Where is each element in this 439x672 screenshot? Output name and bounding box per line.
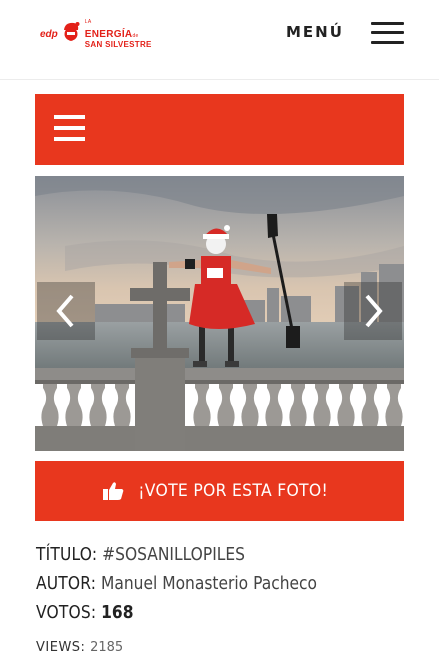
title-key: TÍTULO: (36, 544, 98, 565)
views-key: VIEWS: (36, 640, 86, 655)
logo-edp-text: edp (40, 28, 58, 40)
contest-photo (35, 176, 404, 451)
logo-small-text-2: de (132, 32, 139, 39)
views-value: 2185 (90, 640, 124, 655)
previous-photo-button[interactable] (37, 282, 95, 340)
chevron-left-icon (56, 294, 74, 328)
chevron-right-icon (365, 294, 383, 328)
votes-value: 168 (101, 602, 134, 623)
santa-logo-icon (61, 21, 81, 47)
vote-button[interactable]: ¡VOTE POR ESTA FOTO! (35, 461, 404, 521)
title-row: TÍTULO: #SOSANILLOPILES (36, 540, 363, 569)
logo-main-row: ENERGÍAde (85, 25, 152, 41)
next-photo-button[interactable] (344, 282, 402, 340)
votes-key: VOTOS: (36, 602, 97, 623)
logo-text: LA ENERGÍAde SAN SILVESTRE (84, 19, 152, 49)
hamburger-menu-icon[interactable] (371, 22, 404, 44)
site-header: edp LA ENERGÍAde SAN SILVESTRE MENÚ (0, 0, 439, 80)
vote-button-label: ¡VOTE POR ESTA FOTO! (138, 481, 329, 501)
photo-details: TÍTULO: #SOSANILLOPILES AUTOR: Manuel Mo… (36, 540, 416, 627)
author-value: Manuel Monasterio Pacheco (101, 573, 318, 594)
menu-label[interactable]: MENÚ (286, 23, 344, 41)
logo-main-text: ENERGÍA (84, 28, 133, 40)
logo-sub-text: SAN SILVESTRE (84, 39, 152, 49)
secondary-nav-bar (35, 94, 404, 165)
hamburger-menu-icon[interactable] (54, 115, 85, 141)
site-logo[interactable]: edp LA ENERGÍAde SAN SILVESTRE (40, 16, 152, 52)
views-row: VIEWS: 2185 (36, 640, 123, 655)
thumbs-up-icon (103, 482, 124, 500)
votes-row: VOTOS: 168 (36, 598, 363, 627)
title-value: #SOSANILLOPILES (102, 544, 246, 565)
author-row: AUTOR: Manuel Monasterio Pacheco (36, 569, 363, 598)
author-key: AUTOR: (36, 573, 97, 594)
